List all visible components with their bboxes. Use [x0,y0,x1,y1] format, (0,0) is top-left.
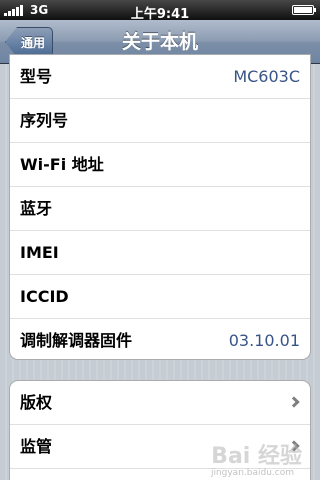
row-serial-number: 序列号 [10,99,310,143]
row-model: 型号 MC603C [10,55,310,99]
row-modem-firmware: 调制解调器固件 03.10.01 [10,319,310,359]
row-value: 03.10.01 [228,331,300,350]
row-wifi-address: Wi-Fi 地址 [10,143,310,187]
row-label: Wi-Fi 地址 [20,155,104,174]
battery-level [294,7,312,13]
row-label: 监管 [20,437,53,456]
watermark-logo: Bai 经验 [211,444,302,469]
row-value: MC603C [233,67,300,86]
row-label: 序列号 [20,111,69,130]
row-label: 蓝牙 [20,199,53,218]
row-label: 调制解调器固件 [20,331,133,350]
row-bluetooth: 蓝牙 [10,187,310,231]
row-label: 型号 [20,67,53,86]
battery-icon [292,5,316,15]
status-bar: 3G 上午9:41 [0,0,320,22]
chevron-right-icon [288,396,300,408]
about-info-group: 型号 MC603C 序列号 Wi-Fi 地址 蓝牙 IMEI ICCID 调制解… [9,54,311,360]
row-iccid: ICCID [10,275,310,319]
row-label: ICCID [20,287,69,306]
row-label: IMEI [20,243,59,262]
row-label: 版权 [20,393,53,412]
row-imei: IMEI [10,231,310,275]
watermark-url: jingyan.baidu.com [210,468,294,478]
row-copyright[interactable]: 版权 [10,381,310,425]
